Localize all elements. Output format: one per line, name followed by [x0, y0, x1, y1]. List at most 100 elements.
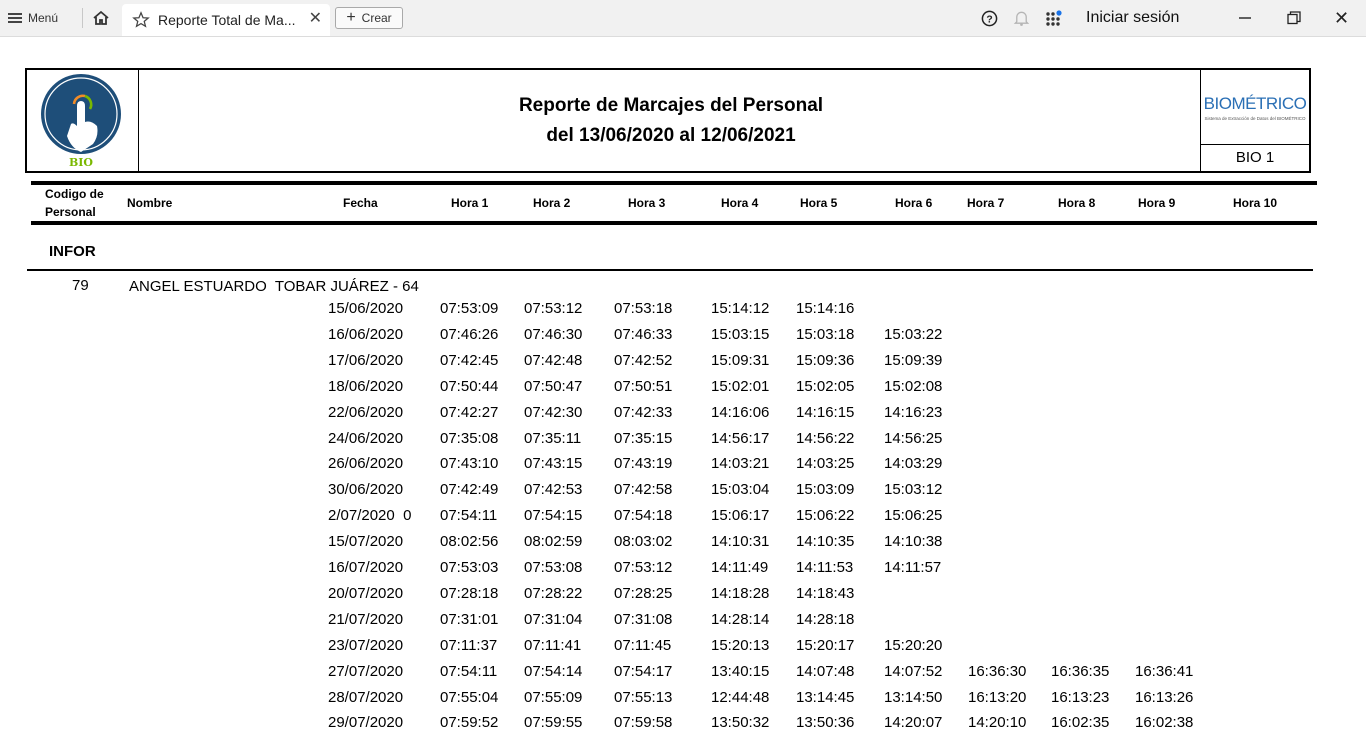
report-title-line1: Reporte de Marcajes del Personal [518, 94, 824, 116]
record-time-8: 16:13:23 [1051, 688, 1110, 706]
col-hora-1: Hora 1 [451, 196, 489, 210]
record-time-1: 07:42:45 [440, 351, 499, 369]
signin-button[interactable]: Iniciar sesión [1086, 0, 1179, 36]
record-date: 23/07/2020 [328, 636, 404, 654]
tab-title: Reporte Total de Ma... [158, 12, 296, 28]
record-time-5: 14:03:25 [796, 455, 855, 473]
record-time-2: 07:53:12 [524, 300, 583, 317]
record-time-5: 14:07:48 [796, 662, 855, 680]
record-time-6: 13:14:50 [884, 688, 943, 706]
record-time-1: 07:31:01 [440, 610, 499, 628]
toolbar-divider [82, 8, 83, 28]
record-date: 28/07/2020 [328, 688, 404, 706]
record-time-2: 07:54:15 [524, 507, 583, 525]
notifications-button[interactable] [1013, 0, 1030, 36]
table-row: 17/06/2020 07:42:45 07:42:48 07:42:52 15:09:… [0, 349, 1366, 375]
new-button[interactable]: + Crear [335, 7, 403, 29]
table-row: 15/07/2020 08:02:56 08:02:59 08:03:02 14:10:… [0, 530, 1366, 556]
hamburger-icon [8, 13, 22, 23]
col-hora-3: Hora 3 [628, 196, 666, 210]
record-time-4: 15:02:01 [711, 377, 770, 395]
section-title: INFOR [49, 243, 96, 260]
record-date: 30/06/2020 [328, 481, 404, 499]
record-time-2: 07:42:53 [524, 481, 583, 499]
record-date: 2/07/2020 0 [328, 507, 412, 525]
record-time-8: 16:36:35 [1051, 662, 1110, 680]
apps-button[interactable] [1045, 0, 1063, 36]
record-time-6: 15:03:22 [884, 325, 943, 343]
record-time-4: 15:14:12 [711, 300, 770, 317]
col-hora-6: Hora 6 [895, 196, 933, 210]
record-time-1: 07:43:10 [440, 455, 499, 473]
minimize-icon [1239, 17, 1251, 19]
help-button[interactable]: ? [981, 0, 998, 36]
col-hora-7: Hora 7 [967, 196, 1005, 210]
brand-cell: BIOMÉTRICO Sistema de Extracción de Dato… [1200, 70, 1309, 171]
record-time-2: 07:53:08 [524, 559, 583, 576]
record-time-3: 07:59:58 [614, 714, 673, 732]
table-row: 22/06/2020 07:42:27 07:42:30 07:42:33 14:16:… [0, 401, 1366, 427]
star-icon[interactable] [132, 11, 150, 29]
record-time-9: 16:13:26 [1135, 688, 1194, 706]
record-time-4: 14:03:21 [711, 455, 770, 473]
record-time-6: 14:10:38 [884, 533, 943, 551]
record-time-1: 07:54:11 [440, 507, 498, 525]
record-time-3: 07:42:58 [614, 481, 673, 499]
record-time-3: 08:03:02 [614, 533, 673, 551]
record-time-4: 15:20:13 [711, 636, 770, 654]
record-date: 15/06/2020 [328, 300, 404, 317]
close-tab-icon[interactable]: ✕ [309, 11, 322, 27]
record-time-4: 15:06:17 [711, 507, 770, 525]
record-date: 20/07/2020 [328, 584, 404, 602]
record-time-1: 07:28:18 [440, 584, 499, 602]
restore-button[interactable] [1287, 0, 1301, 36]
record-time-3: 07:53:18 [614, 300, 673, 317]
col-hora-5: Hora 5 [800, 196, 838, 210]
section-divider [27, 269, 1313, 271]
record-date: 16/06/2020 [328, 325, 404, 343]
record-time-2: 07:43:15 [524, 455, 583, 473]
col-code-line1: Codigo de [45, 187, 104, 201]
browser-toolbar: Menú Reporte Total de Ma... ✕ + Crear ? … [0, 0, 1366, 37]
record-time-3: 07:31:08 [614, 610, 673, 628]
record-time-3: 07:35:15 [614, 429, 673, 447]
record-time-5: 13:50:36 [796, 714, 855, 732]
record-date: 21/07/2020 [328, 610, 404, 628]
record-time-2: 07:28:22 [524, 584, 583, 602]
col-name: Nombre [127, 196, 173, 210]
record-time-4: 14:10:31 [711, 533, 770, 551]
table-row: 2/07/2020 0 07:54:11 07:54:15 07:54:18 15:06… [0, 504, 1366, 530]
home-button[interactable] [89, 0, 113, 36]
apps-grid-icon [1046, 10, 1062, 26]
column-header: Codigo de Personal Nombre Fecha Hora 1 H… [31, 181, 1317, 225]
table-row: 28/07/2020 07:55:04 07:55:09 07:55:13 12:44:… [0, 686, 1366, 712]
record-time-7: 14:20:10 [968, 714, 1027, 732]
record-time-7: 16:13:20 [968, 688, 1027, 706]
employee-name: ANGEL ESTUARDO TOBAR JUÁREZ - 64 [129, 278, 419, 295]
menu-button[interactable]: Menú [8, 0, 58, 36]
record-time-5: 15:09:36 [796, 351, 855, 369]
record-time-2: 07:35:11 [524, 429, 582, 447]
record-time-5: 15:14:16 [796, 300, 855, 317]
plus-icon: + [346, 9, 356, 26]
record-time-5: 14:28:18 [796, 610, 855, 628]
col-hora-9: Hora 9 [1138, 196, 1176, 210]
employee-code: 79 [72, 277, 89, 294]
table-row: 16/06/2020 07:46:26 07:46:30 07:46:33 15:03:… [0, 323, 1366, 349]
record-time-9: 16:02:38 [1135, 714, 1194, 732]
col-hora-10: Hora 10 [1233, 196, 1278, 210]
table-row: 30/06/2020 07:42:49 07:42:53 07:42:58 15:03:… [0, 478, 1366, 504]
close-window-icon[interactable]: ✕ [1334, 0, 1349, 36]
record-time-3: 07:54:17 [614, 662, 673, 680]
help-icon: ? [981, 10, 998, 26]
tab-report[interactable]: Reporte Total de Ma... ✕ [122, 4, 330, 36]
record-time-5: 14:11:53 [796, 559, 854, 576]
record-time-2: 07:54:14 [524, 662, 583, 680]
record-time-1: 08:02:56 [440, 533, 499, 551]
record-time-1: 07:53:03 [440, 559, 499, 576]
record-time-6: 15:09:39 [884, 351, 943, 369]
record-time-6: 14:16:23 [884, 403, 943, 421]
minimize-button[interactable] [1238, 0, 1252, 36]
table-row: 18/06/2020 07:50:44 07:50:47 07:50:51 15:02:… [0, 375, 1366, 401]
record-time-4: 14:11:49 [711, 559, 769, 576]
